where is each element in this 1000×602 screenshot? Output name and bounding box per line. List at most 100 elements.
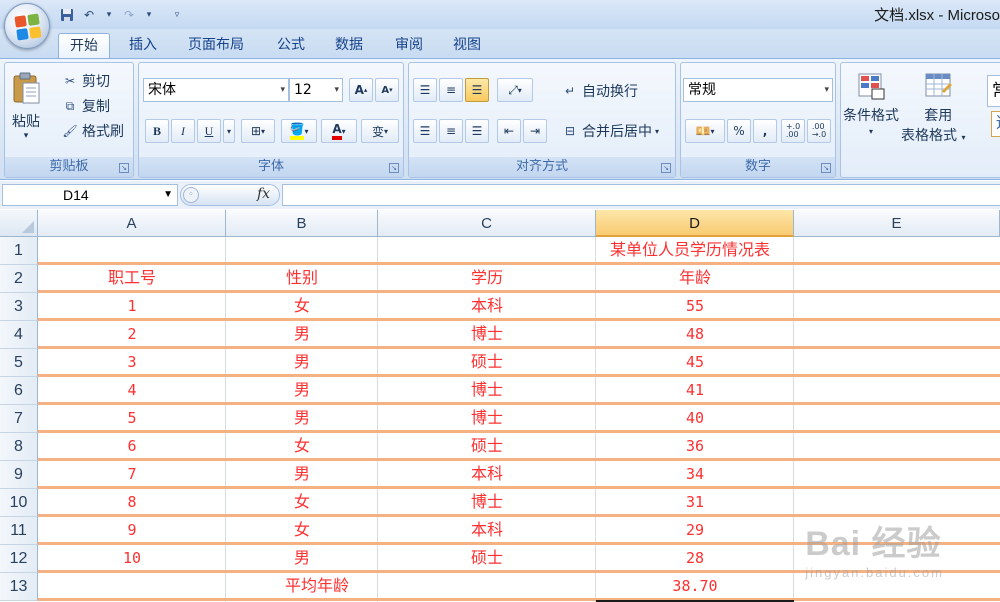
tab-review[interactable]: 审阅 [384, 33, 434, 59]
table-cell[interactable]: 本科 [378, 517, 596, 542]
table-cell[interactable]: 男 [226, 377, 378, 402]
increase-indent-button[interactable]: ⇥ [523, 119, 547, 143]
row-header[interactable]: 7 [0, 405, 38, 433]
table-cell[interactable]: 29 [596, 517, 794, 542]
format-painter-button[interactable]: 🖌 格式刷 [61, 121, 124, 141]
tab-insert[interactable]: 插入 [118, 33, 168, 59]
table-cell[interactable]: 55 [596, 293, 794, 318]
undo-icon[interactable]: ↶ [80, 6, 98, 24]
table-cell[interactable]: 硕士 [378, 545, 596, 570]
insert-function-button[interactable]: fx [257, 186, 270, 202]
table-cell[interactable]: 34 [596, 461, 794, 486]
format-as-table-button[interactable]: 套用 表格格式 ▾ [901, 71, 965, 145]
table-cell[interactable]: 男 [226, 349, 378, 374]
number-format-select[interactable]: 常规 ▾ [683, 78, 833, 102]
row-header[interactable]: 5 [0, 349, 38, 377]
header-cell[interactable]: 职工号 [38, 265, 226, 290]
cell-style-preview-2[interactable]: 适 [991, 111, 1000, 137]
average-value-cell[interactable]: 38.70 [596, 573, 794, 598]
header-cell[interactable]: 性别 [226, 265, 378, 290]
align-middle-button[interactable]: ≡ [439, 78, 463, 102]
paste-dropdown-icon[interactable]: ▾ [24, 131, 29, 141]
row-header[interactable]: 12 [0, 545, 38, 573]
clipboard-launcher-icon[interactable]: ↘ [119, 163, 129, 173]
customize-qat-icon[interactable]: ▿ [170, 10, 184, 20]
conditional-format-button[interactable]: 条件格式 ▾ [843, 71, 899, 136]
table-cell[interactable]: 40 [596, 405, 794, 430]
table-cell[interactable]: 博士 [378, 321, 596, 346]
table-cell[interactable]: 28 [596, 545, 794, 570]
underline-dropdown-icon[interactable]: ▾ [223, 119, 235, 143]
copy-button[interactable]: ⧉ 复制 [61, 96, 110, 116]
column-header-a[interactable]: A [38, 210, 226, 237]
align-center-button[interactable]: ≡ [439, 119, 463, 143]
table-cell[interactable]: 女 [226, 433, 378, 458]
column-header-b[interactable]: B [226, 210, 378, 237]
table-cell[interactable]: 男 [226, 321, 378, 346]
currency-button[interactable]: 💴 ▾ [685, 119, 725, 143]
office-button[interactable] [4, 3, 50, 49]
tab-formulas[interactable]: 公式 [266, 33, 316, 59]
formula-input[interactable] [282, 184, 1000, 206]
table-cell[interactable]: 博士 [378, 377, 596, 402]
font-name-select[interactable]: 宋体 ▾ [143, 78, 289, 102]
paste-button[interactable]: 粘贴 ▾ [11, 71, 41, 141]
align-bottom-button[interactable]: ☰ [465, 78, 489, 102]
table-cell[interactable]: 硕士 [378, 433, 596, 458]
table-cell[interactable]: 48 [596, 321, 794, 346]
table-cell[interactable]: 硕士 [378, 349, 596, 374]
table-cell[interactable]: 4 [38, 377, 226, 402]
align-right-button[interactable]: ☰ [465, 119, 489, 143]
table-cell[interactable]: 36 [596, 433, 794, 458]
table-cell[interactable]: 3 [38, 349, 226, 374]
average-label-cell[interactable]: 平均年龄 [38, 573, 596, 598]
align-left-button[interactable]: ☰ [413, 119, 437, 143]
wrap-text-button[interactable]: ↵ 自动换行 [561, 81, 638, 101]
undo-dropdown-icon[interactable]: ▾ [102, 10, 116, 20]
redo-icon[interactable]: ↷ [120, 6, 138, 24]
grow-font-button[interactable]: A ▴ [349, 78, 373, 102]
decrease-decimal-button[interactable]: .00 →.0 [807, 119, 831, 143]
tab-data[interactable]: 数据 [324, 33, 374, 59]
sheet-title[interactable]: 某单位人员学历情况表 [38, 237, 1000, 262]
tab-home[interactable]: 开始 [58, 33, 110, 59]
table-cell[interactable]: 41 [596, 377, 794, 402]
row-header[interactable]: 1 [0, 237, 38, 265]
comma-button[interactable]: , [753, 119, 777, 143]
borders-button[interactable]: ⊞ ▾ [241, 119, 275, 143]
table-cell[interactable]: 男 [226, 405, 378, 430]
column-header-e[interactable]: E [794, 210, 1000, 237]
bold-button[interactable]: B [145, 119, 169, 143]
table-cell[interactable]: 女 [226, 293, 378, 318]
font-size-select[interactable]: 12 ▾ [289, 78, 343, 102]
row-header[interactable]: 13 [0, 573, 38, 601]
font-launcher-icon[interactable]: ↘ [389, 163, 399, 173]
expand-formula-icon[interactable]: ◦ [183, 187, 199, 203]
row-header[interactable]: 3 [0, 293, 38, 321]
header-cell[interactable]: 学历 [378, 265, 596, 290]
table-cell[interactable]: 女 [226, 517, 378, 542]
table-cell[interactable]: 博士 [378, 489, 596, 514]
table-cell[interactable]: 本科 [378, 293, 596, 318]
merge-center-button[interactable]: ⊟ 合并后居中 ▾ [561, 121, 659, 141]
redo-dropdown-icon[interactable]: ▾ [142, 10, 156, 20]
save-icon[interactable] [58, 6, 76, 24]
increase-decimal-button[interactable]: +.0.00 [781, 119, 805, 143]
table-cell[interactable]: 8 [38, 489, 226, 514]
fill-color-button[interactable]: 🪣 ▾ [281, 119, 317, 143]
font-color-button[interactable]: A ▾ [321, 119, 357, 143]
table-cell[interactable]: 男 [226, 545, 378, 570]
row-header[interactable]: 10 [0, 489, 38, 517]
table-cell[interactable]: 女 [226, 489, 378, 514]
tab-page-layout[interactable]: 页面布局 [176, 33, 256, 59]
shrink-font-button[interactable]: A ▾ [375, 78, 399, 102]
row-header[interactable]: 11 [0, 517, 38, 545]
name-box[interactable]: D14 ▼ [2, 184, 178, 206]
number-launcher-icon[interactable]: ↘ [821, 163, 831, 173]
table-cell[interactable]: 45 [596, 349, 794, 374]
row-header[interactable]: 9 [0, 461, 38, 489]
orientation-button[interactable]: ⤢ ▾ [497, 78, 533, 102]
table-cell[interactable]: 5 [38, 405, 226, 430]
column-header-d[interactable]: D [596, 210, 794, 237]
alignment-launcher-icon[interactable]: ↘ [661, 163, 671, 173]
